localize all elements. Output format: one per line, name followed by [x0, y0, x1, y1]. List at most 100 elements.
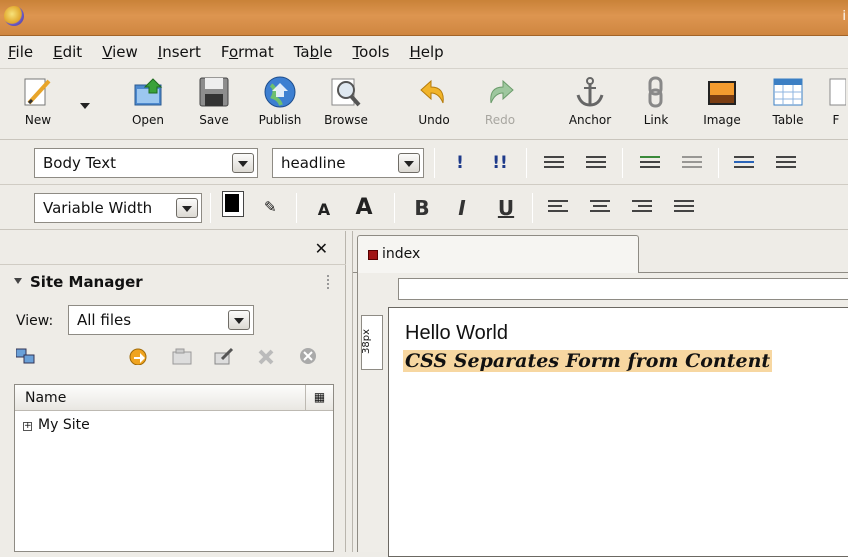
browse-button[interactable]: Browse [316, 75, 376, 127]
tree-header: Name ▦ [15, 385, 333, 411]
undo-button[interactable]: Undo [404, 75, 464, 127]
chevron-down-icon[interactable] [232, 153, 254, 173]
format-toolbar-2: Variable Width ✎ A A B I U [0, 186, 848, 230]
font-smaller-button[interactable]: A [312, 200, 336, 222]
paragraph-style-select[interactable]: Body Text [34, 148, 258, 178]
tab-label: index [382, 246, 421, 262]
publish-label: Publish [258, 113, 302, 127]
app-logo-icon [4, 6, 24, 26]
menu-tools[interactable]: Tools [353, 43, 390, 61]
link-label: Link [643, 113, 669, 127]
numbered-list-icon[interactable] [544, 156, 564, 172]
form-label: F [832, 113, 840, 127]
browse-label: Browse [324, 113, 368, 127]
chevron-down-icon[interactable] [398, 153, 420, 173]
text-color-swatch[interactable] [222, 191, 244, 217]
browse-magnifier-icon [329, 75, 363, 109]
menu-help[interactable]: Help [410, 43, 444, 61]
column-picker-icon[interactable]: ▦ [305, 385, 333, 410]
chevron-down-icon[interactable] [228, 310, 250, 330]
menu-insert[interactable]: Insert [158, 43, 201, 61]
structure-toolbar[interactable] [398, 278, 848, 300]
close-panel-icon[interactable]: ✕ [315, 239, 328, 258]
publish-site-icon[interactable] [128, 347, 148, 366]
justify-icon[interactable] [674, 200, 694, 216]
image-label: Image [703, 113, 741, 127]
save-disk-icon [197, 75, 231, 109]
strong-emphasis-button[interactable]: ! [448, 153, 472, 175]
separator [532, 193, 533, 223]
menu-table[interactable]: Table [294, 43, 333, 61]
outdent-icon[interactable] [682, 156, 702, 172]
site-manager-label: Site Manager [30, 273, 143, 291]
paragraph-style-value: Body Text [43, 154, 116, 172]
italic-button[interactable]: I [450, 196, 474, 220]
site-tree[interactable]: Name ▦ + My Site [14, 384, 334, 552]
image-button[interactable]: Image [692, 75, 752, 127]
save-button[interactable]: Save [184, 75, 244, 127]
new-button[interactable]: New [8, 75, 68, 127]
table-button[interactable]: Table [758, 75, 818, 127]
menu-edit[interactable]: Edit [53, 43, 82, 61]
bold-button[interactable]: B [410, 196, 434, 220]
separator [434, 148, 435, 178]
new-label: New [24, 113, 52, 127]
font-select[interactable]: Variable Width [34, 193, 202, 223]
css-class-value: headline [281, 154, 346, 172]
document-heading[interactable]: Hello World [405, 322, 508, 345]
separator [718, 148, 719, 178]
delete-site-icon[interactable] [256, 347, 276, 365]
open-button[interactable]: Open [118, 75, 178, 127]
publish-button[interactable]: Publish [250, 75, 310, 127]
link-button[interactable]: Link [626, 75, 686, 127]
redo-arrow-icon [483, 75, 517, 109]
tab-index[interactable]: index [357, 235, 639, 273]
table-label: Table [772, 113, 804, 127]
align-center-icon[interactable] [590, 200, 610, 216]
highlight-pen-icon[interactable]: ✎ [264, 198, 277, 216]
view-label: View: [16, 313, 54, 329]
expand-plus-icon[interactable]: + [23, 422, 32, 431]
publish-globe-icon [263, 75, 297, 109]
name-column-header[interactable]: Name [25, 390, 66, 406]
undo-arrow-icon [417, 75, 451, 109]
chevron-down-icon[interactable] [176, 198, 198, 218]
main-toolbar: New Open Save Publish Browse Undo Redo A… [0, 68, 848, 140]
view-select[interactable]: All files [68, 305, 254, 335]
stop-icon[interactable] [298, 347, 318, 365]
bulleted-list-icon[interactable] [586, 156, 606, 172]
collapse-triangle-icon[interactable] [14, 278, 22, 284]
undo-label: Undo [418, 113, 450, 127]
font-larger-button[interactable]: A [352, 195, 376, 220]
redo-label: Redo [484, 113, 516, 127]
title-bar: i [0, 0, 848, 36]
new-folder-icon[interactable] [172, 347, 192, 365]
tree-item[interactable]: + My Site [23, 417, 90, 433]
menu-format[interactable]: Format [221, 43, 274, 61]
em-emphasis-button[interactable]: !! [488, 153, 512, 175]
css-class-select[interactable]: headline [272, 148, 424, 178]
panel-grip-icon[interactable] [327, 275, 331, 289]
form-button[interactable]: F [816, 75, 848, 127]
menu-file[interactable]: File [8, 43, 33, 61]
paragraph-format-icon[interactable] [776, 156, 796, 172]
menu-view[interactable]: View [102, 43, 138, 61]
edit-site-icon[interactable] [214, 347, 234, 365]
horizontal-rule-icon[interactable] [734, 156, 754, 172]
align-right-icon[interactable] [632, 200, 652, 216]
document-subheading[interactable]: CSS Separates Form from Content [403, 350, 773, 372]
align-left-icon[interactable] [548, 200, 568, 216]
site-network-icon[interactable] [15, 347, 36, 365]
underline-button[interactable]: U [494, 196, 518, 220]
redo-button[interactable]: Redo [470, 75, 530, 127]
site-manager-title[interactable]: Site Manager [14, 273, 143, 291]
view-select-value: All files [77, 311, 132, 329]
separator [210, 193, 211, 223]
indent-icon[interactable] [640, 156, 660, 172]
document-canvas[interactable]: Hello World CSS Separates Form from Cont… [388, 307, 848, 557]
tree-item-label: My Site [38, 417, 90, 433]
new-dropdown-arrow[interactable] [80, 103, 90, 109]
panel-header: ✕ [0, 231, 346, 265]
form-icon [826, 75, 847, 109]
anchor-button[interactable]: Anchor [560, 75, 620, 127]
